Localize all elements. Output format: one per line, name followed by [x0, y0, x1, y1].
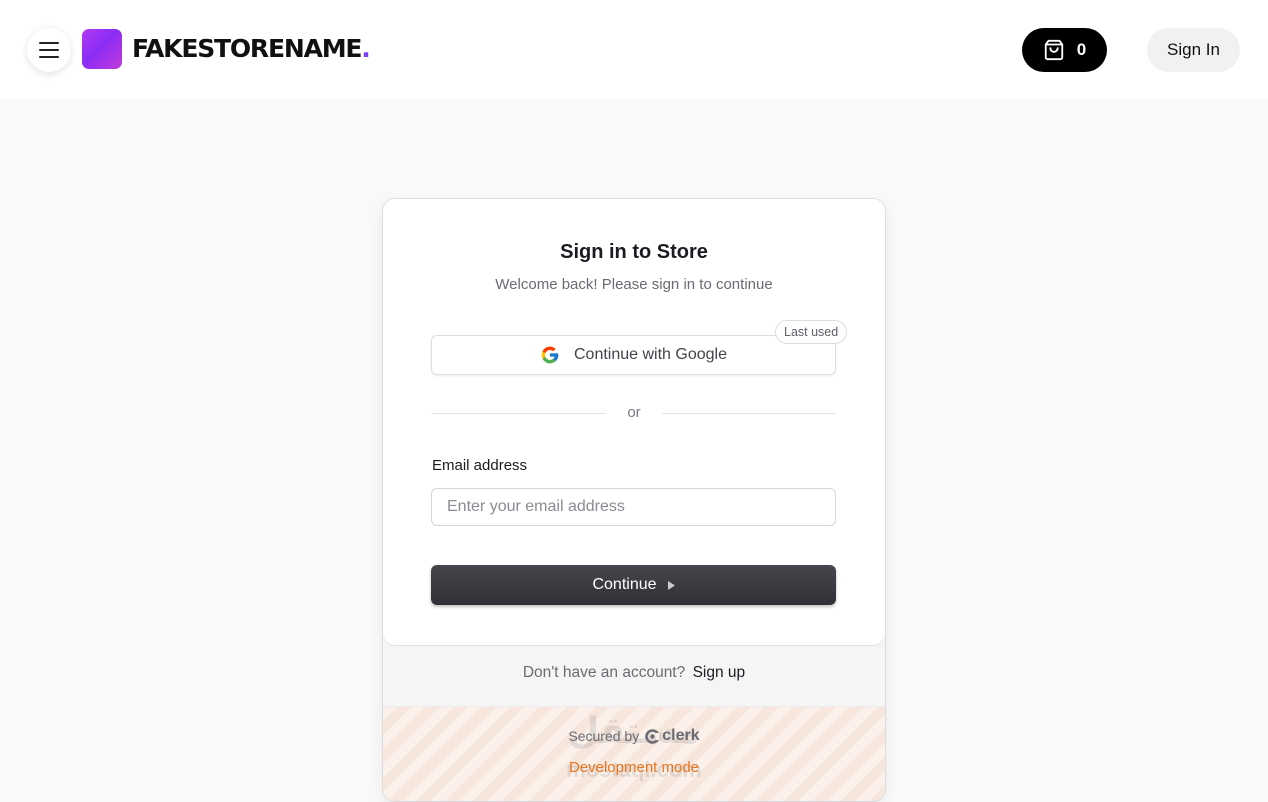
hamburger-menu-icon	[39, 42, 59, 58]
divider-or: or	[627, 404, 641, 421]
signup-row: Don't have an account? Sign up	[383, 664, 885, 682]
signup-link[interactable]: Sign up	[693, 664, 746, 681]
logo-mark[interactable]	[82, 29, 122, 69]
google-button-label: Continue with Google	[574, 346, 727, 363]
shopping-bag-icon	[1044, 39, 1063, 61]
google-g-icon	[541, 346, 559, 364]
site-header: FAKESTORENAME. 0 Sign In	[0, 0, 1268, 99]
email-label: Email address	[432, 457, 528, 474]
secured-by-text: Secured by	[568, 728, 640, 744]
dev-mode-label: Development mode	[568, 759, 700, 776]
divider-line-left	[431, 413, 606, 414]
clerk-logo-icon	[645, 728, 660, 744]
logo-wordmark[interactable]: FAKESTORENAME.	[132, 32, 371, 66]
logo-dot: .	[361, 34, 371, 63]
header-signin-button[interactable]: Sign In	[1147, 28, 1240, 72]
card-footer: مستقل mostaql.com Secured by clerk Devel…	[383, 706, 885, 801]
watermark: مستقل mostaql.com	[383, 707, 885, 801]
logo-text: FAKESTORENAME	[132, 34, 362, 63]
signin-card: Sign in to Store Welcome back! Please si…	[383, 199, 885, 801]
clerk-logo[interactable]: clerk	[645, 727, 700, 745]
card-subtitle: Welcome back! Please sign in to continue	[495, 276, 773, 293]
divider-line-right	[662, 413, 836, 414]
email-input[interactable]	[431, 488, 836, 526]
menu-button[interactable]	[27, 28, 71, 72]
card-title: Sign in to Store	[560, 241, 708, 263]
cart-count: 0	[1076, 40, 1087, 59]
secured-by-row: Secured by clerk	[383, 727, 885, 745]
google-signin-button[interactable]: Continue with Google	[431, 335, 836, 375]
signup-prompt: Don't have an account?	[522, 664, 686, 681]
continue-button[interactable]: Continue	[431, 565, 836, 605]
signin-card-body: Sign in to Store Welcome back! Please si…	[383, 199, 885, 645]
clerk-brand: clerk	[662, 727, 700, 744]
continue-button-label: Continue	[592, 576, 657, 593]
cart-button[interactable]: 0	[1022, 28, 1107, 72]
caret-right-icon	[667, 580, 675, 590]
last-used-badge: Last used	[775, 320, 848, 344]
